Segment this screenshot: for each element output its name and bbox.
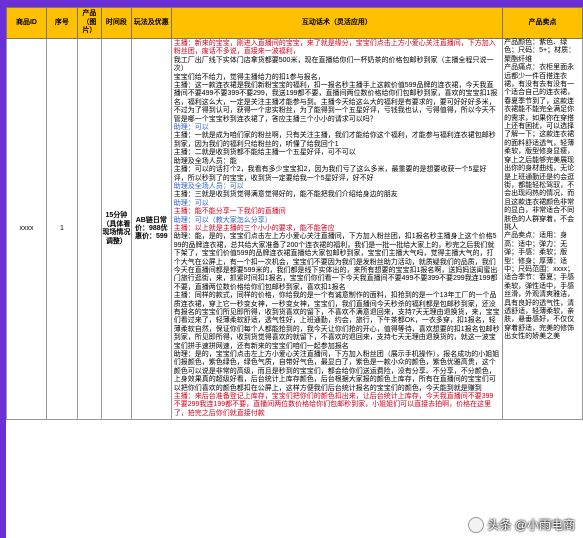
header-seq[interactable]: 序号: [45, 7, 78, 39]
watermark-text: 头条 @小雨电商: [487, 518, 575, 532]
table-row: xxxx 1 15分钟（具体看现场情况调整） AB链日常价：988优惠价：599…: [6, 37, 583, 421]
header-selling-points[interactable]: 产品卖点: [502, 7, 583, 39]
script-line: 主播：二就是收到货都不能给主播一个五星好评，可不可以: [173, 149, 356, 157]
script-line: 主播：一就是成为咱们家的粉丝啊，只有关注主播，我们才能给你这个福利，才能参与福利…: [173, 132, 496, 148]
cell-script[interactable]: 主播：新来的宝宝，刚进入直播间的宝宝，来了就是缘分，宝宝们点击上方小爱心关注直播…: [170, 37, 504, 421]
script-line: 主播：可以的话打个2，我看有多少宝宝扣2，因为我们亏了这么多米，最重要的是想要收…: [173, 166, 487, 182]
author-avatar-icon: [468, 516, 485, 533]
script-line: 主播：三就是收到货觉得满意觉得好的，能不能把我们介绍给身边的朋友: [173, 191, 398, 199]
selling-point: 产品痛点：衣柜里面永远都少一件百搭连衣裙，有没有去有没有一个适合自己的连衣裙，春…: [504, 64, 575, 231]
cell-product-image[interactable]: [76, 37, 102, 421]
script-line: 助理：是的，宝宝们点击左上方小爱心关注直播间，下方加入粉丝团（展示手机操作），报…: [173, 351, 500, 392]
selling-point: 产品卖点：适用：身高：适中；弹力：无弹；手感：柔软；版型：修身；厚薄：适中；尺码…: [504, 232, 575, 341]
script-table: 商品ID 序号 产品（图片） 时间段 玩法及优惠 互动话术（灵活应用） 产品卖点…: [6, 7, 583, 421]
script-line: 主播：这一款连衣裙是我们新粉宝宝的福利，扣一报名秒主播手上这款价值599品牌的连…: [173, 82, 498, 123]
header-row: 商品ID 序号 产品（图片） 时间段 玩法及优惠 互动话术（灵活应用） 产品卖点: [6, 7, 583, 39]
script-line: 主播：来后台准备登记上库存，宝宝们把你们的颜色扣出来，让后台统计上库存，今天我直…: [173, 393, 494, 417]
cell-selling-points[interactable]: 产品颜色：紫色、绿色；尺码：5+；材质：聚酯纤维 产品痛点：衣柜里面永远都少一件…: [502, 37, 583, 421]
script-line: 助理：可以（教大家怎么分享）: [173, 216, 272, 224]
watermark: 头条 @小雨电商: [468, 516, 575, 533]
cell-time-slot[interactable]: 15分钟（具体看现场情况调整）: [100, 37, 132, 421]
script-line: 助理及全场人员：能: [173, 157, 237, 165]
script-line: 宝宝们给不给力，觉得主播给力的扣1参与报名，: [173, 73, 325, 81]
selling-point: 产品颜色：紫色、绿色；尺码：5+；材质：聚酯纤维: [504, 39, 576, 63]
header-script[interactable]: 互动话术（灵活应用）: [170, 7, 504, 39]
script-line: 主播：新来的宝宝，刚进入直播间的宝宝，来了就是缘分，宝宝们点击上方小爱心关注直播…: [173, 40, 496, 56]
cell-seq[interactable]: 1: [45, 37, 78, 421]
script-line: 助理：可以: [173, 199, 209, 207]
cell-product-id[interactable]: xxxx: [6, 37, 47, 421]
header-time-slot[interactable]: 时间段: [100, 7, 132, 39]
script-line: 主播：能不能分享一下我们的直播间: [173, 208, 286, 216]
spreadsheet: 商品ID 序号 产品（图片） 时间段 玩法及优惠 互动话术（灵活应用） 产品卖点…: [6, 7, 583, 538]
script-line: 助理：能，是的，宝宝们点击左上方小爱心关注直播间，下方加入粉丝团，扣1报名秒主播…: [173, 233, 498, 291]
script-line: 主播：同样的款式，同样的价格，你给我的是一个有诚意制作的面料，扣抢到的是一个13…: [173, 292, 500, 350]
header-product-id[interactable]: 商品ID: [6, 7, 47, 39]
header-play-offer[interactable]: 玩法及优惠: [130, 7, 172, 39]
cell-play-offer[interactable]: AB链日常价：988优惠价：599: [130, 37, 172, 421]
header-product-image[interactable]: 产品（图片）: [76, 7, 102, 39]
script-line: 我工厂出厂线下实体门店拿货都要500米，现在直播给你们一杯奶茶的价格包邮秒到家（…: [173, 56, 494, 73]
